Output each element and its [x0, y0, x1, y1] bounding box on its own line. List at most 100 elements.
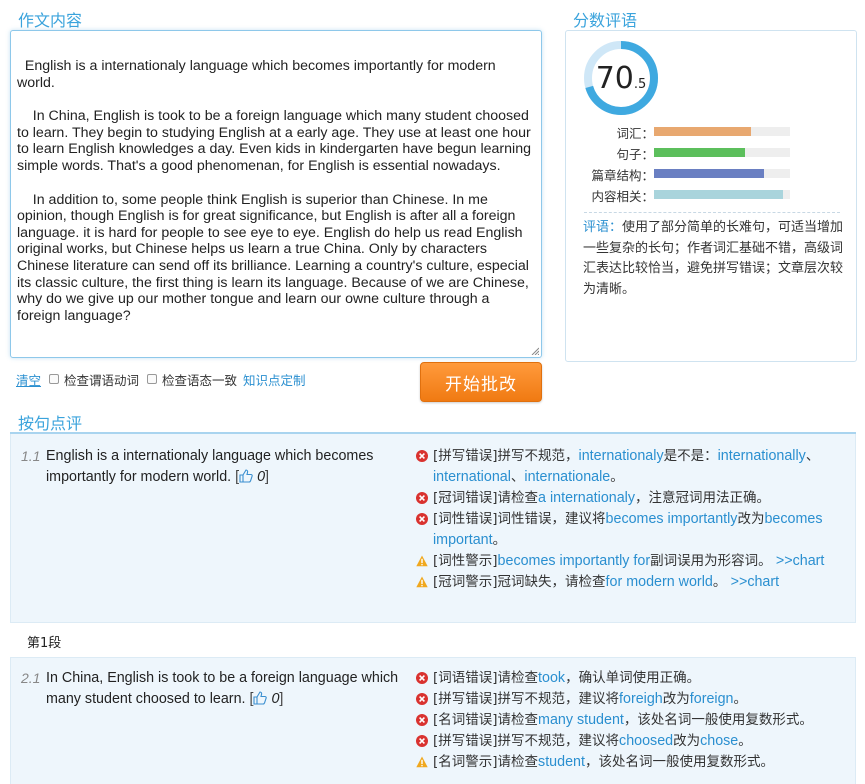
- highlighted-phrase: student: [538, 754, 585, 770]
- note-text: 改为: [737, 511, 765, 527]
- note-text: [词性错误]词性错误，建议将: [433, 511, 606, 527]
- note-text: 。: [492, 532, 507, 548]
- note-text: 。: [733, 691, 747, 707]
- check-verb-option[interactable]: 检查谓语动词: [47, 370, 139, 389]
- chart-link[interactable]: >>chart: [731, 574, 779, 590]
- highlighted-phrase: for modern world: [605, 574, 713, 590]
- review-block-1-1: 1.1 English is a internationaly language…: [10, 434, 856, 622]
- metric-label: 词汇：: [616, 126, 654, 141]
- score-integer: 70: [595, 60, 634, 96]
- review-error-note: [拼写错误]拼写不规范，建议将foreigh改为foreign。: [416, 689, 836, 710]
- sentence-number: 1.1: [21, 448, 41, 464]
- metric-sentence: 句子：: [566, 144, 858, 162]
- custom-knowledge-link[interactable]: 知识点定制: [243, 370, 306, 389]
- sentence-body: English is a internationaly language whi…: [46, 448, 374, 485]
- warning-icon: [416, 555, 428, 567]
- chart-link[interactable]: >>chart: [776, 553, 824, 569]
- essay-paragraph-1: English is a internationaly language whi…: [17, 58, 500, 91]
- comment-text: 使用了部分简单的长难句，可适当增加一些复杂的长句；作者词汇基础不错，高级词汇表达…: [583, 220, 844, 297]
- note-text: [名词错误]请检查: [433, 712, 539, 728]
- score-value: 70.5: [583, 40, 659, 116]
- note-text: 、: [510, 469, 525, 485]
- error-icon: [416, 450, 428, 462]
- review-warning-note: [冠词警示]冠词缺失，请检查for modern world。 >>chart: [416, 572, 836, 593]
- metric-fill: [654, 148, 746, 157]
- highlighted-phrase: becomes importantly for: [497, 553, 651, 569]
- metric-label: 篇章结构：: [591, 168, 654, 183]
- error-icon: [416, 693, 428, 705]
- score-panel: 70.5 词汇： 句子： 篇章结构： 内容相关： 评语：使用了部分简单的长难句，…: [565, 30, 857, 362]
- error-icon: [416, 492, 428, 504]
- clear-link[interactable]: 清空: [16, 370, 41, 389]
- metric-fill: [654, 127, 751, 136]
- score-divider: [584, 212, 840, 213]
- note-text: [冠词错误]请检查: [433, 490, 539, 506]
- check-voice-checkbox[interactable]: [147, 374, 158, 384]
- review-error-note: [冠词错误]请检查a internationaly，注意冠词用法正确。: [416, 488, 836, 509]
- note-text: ，该处名词一般使用复数形式。: [584, 754, 774, 770]
- check-voice-label: 检查语态一致: [162, 372, 238, 388]
- thumbs-up-icon[interactable]: [253, 691, 268, 705]
- highlighted-phrase: foreign: [689, 691, 734, 707]
- highlighted-phrase: chose: [700, 733, 739, 749]
- review-error-note: [名词错误]请检查many student，该处名词一般使用复数形式。: [416, 710, 836, 731]
- note-text: 改为: [662, 691, 690, 707]
- note-text: 。: [712, 574, 731, 590]
- note-text: ，注意冠词用法正确。: [635, 490, 771, 506]
- essay-paragraph-3: In addition to, some people think Englis…: [17, 191, 533, 324]
- note-text: [冠词警示]冠词缺失，请检查: [433, 574, 606, 590]
- note-text: 是不是：: [663, 448, 718, 464]
- check-voice-option[interactable]: 检查语态一致: [145, 370, 237, 389]
- note-text: 。: [738, 733, 752, 749]
- score-decimal: .5: [633, 76, 647, 92]
- essay-textarea[interactable]: English is a internationaly language whi…: [10, 30, 542, 358]
- note-text: 改为: [673, 733, 701, 749]
- score-section-title: 分数评语: [573, 11, 638, 30]
- review-section-title: 按句点评: [18, 414, 83, 433]
- essay-section-title: 作文内容: [18, 11, 83, 30]
- metric-label: 句子：: [616, 147, 654, 162]
- review-error-note: [词语错误]请检查took，确认单词使用正确。: [416, 668, 836, 689]
- note-text: [词语错误]请检查: [433, 670, 539, 686]
- error-icon: [416, 672, 428, 684]
- metric-vocabulary: 词汇：: [566, 123, 858, 141]
- review-error-note: [拼写错误]拼写不规范，internationaly是不是：internatio…: [416, 446, 836, 488]
- check-verb-checkbox[interactable]: [49, 374, 60, 384]
- start-grading-button[interactable]: 开始批改: [420, 362, 542, 402]
- metric-fill: [654, 169, 765, 178]
- highlighted-phrase: becomes importantly: [605, 511, 738, 527]
- essay-toolbar: 清空 检查谓语动词 检查语态一致 知识点定制: [16, 370, 306, 388]
- highlighted-phrase: international: [433, 469, 511, 485]
- sentence-review-section: 1.1 English is a internationaly language…: [10, 432, 856, 784]
- note-text: ，确认单词使用正确。: [565, 670, 701, 686]
- error-icon: [416, 735, 428, 747]
- thumbs-up-icon[interactable]: [239, 469, 253, 483]
- metric-label: 内容相关：: [591, 189, 654, 204]
- highlighted-phrase: choosed: [619, 733, 674, 749]
- note-text: [拼写错误]拼写不规范，: [433, 448, 579, 464]
- highlighted-phrase: internationally: [717, 448, 806, 464]
- sentence-text: In China, English is took to be a foreig…: [46, 668, 401, 710]
- sentence-text: English is a internationaly language whi…: [46, 446, 401, 488]
- error-icon: [416, 513, 428, 525]
- note-text: [拼写错误]拼写不规范，建议将: [433, 691, 620, 707]
- vote-bracket: ]: [279, 691, 284, 707]
- metric-track: [654, 148, 790, 157]
- essay-paragraph-2: In China, English is took to be a foreig…: [17, 108, 535, 174]
- highlighted-phrase: internationaly: [578, 448, 664, 464]
- sentence-number: 2.1: [21, 670, 41, 686]
- note-text: [名词警示]请检查: [433, 754, 539, 770]
- highlighted-phrase: foreigh: [619, 691, 663, 707]
- sentence-body: In China, English is took to be a foreig…: [46, 670, 399, 707]
- note-text: 、: [805, 448, 820, 464]
- note-text: 副词误用为形容词。: [650, 553, 776, 569]
- score-comment: 评语：使用了部分简单的长难句，可适当增加一些复杂的长句；作者词汇基础不错，高级词…: [583, 218, 845, 300]
- highlighted-phrase: took: [538, 670, 566, 686]
- note-text: [词性警示]: [433, 553, 498, 569]
- metric-track: [654, 127, 790, 136]
- highlighted-phrase: a internationaly: [538, 490, 636, 506]
- resize-grip-icon[interactable]: [531, 347, 539, 355]
- review-error-note: [拼写错误]拼写不规范，建议将choosed改为chose。: [416, 731, 836, 752]
- vote-count: 0: [257, 469, 266, 485]
- highlighted-phrase: internationale: [524, 469, 611, 485]
